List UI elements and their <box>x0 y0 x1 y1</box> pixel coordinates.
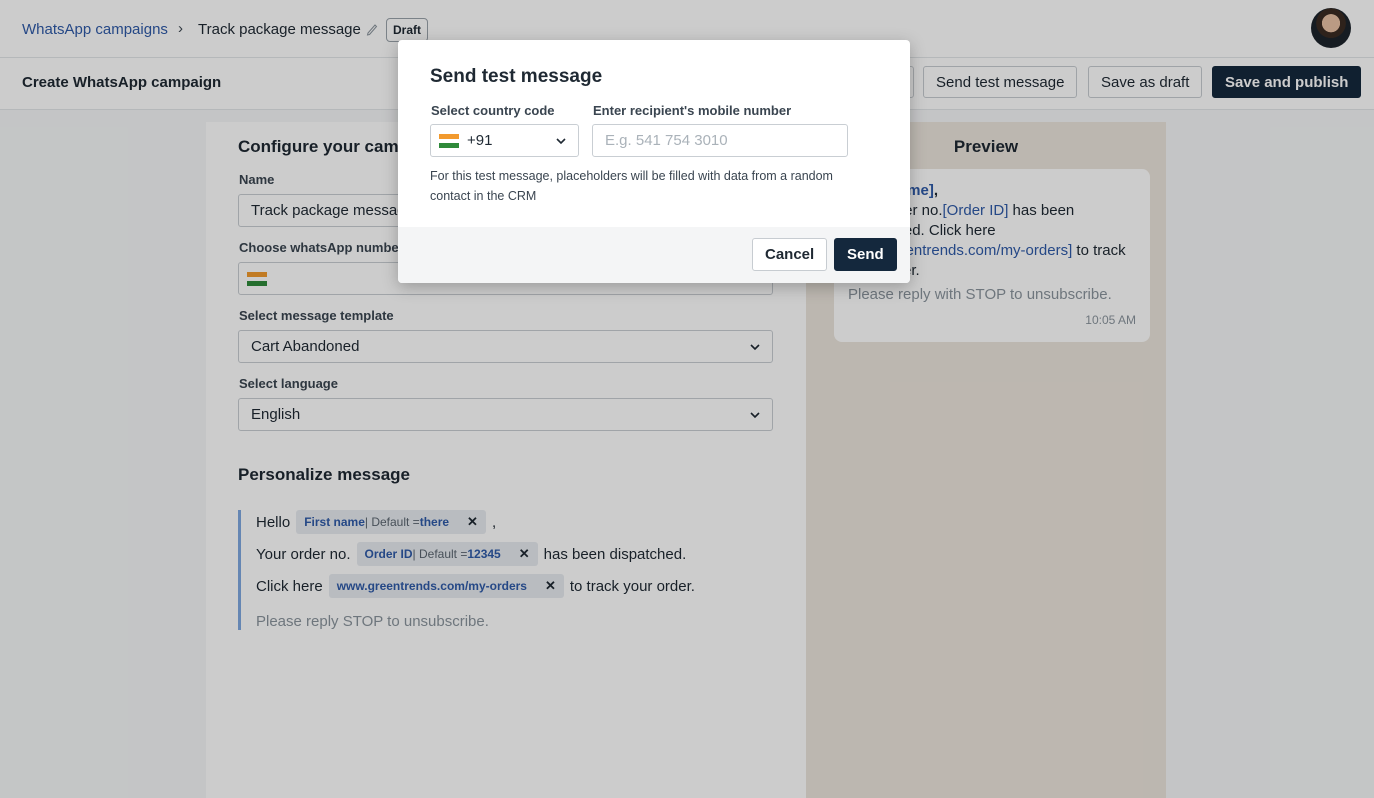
mobile-number-input[interactable] <box>592 124 848 157</box>
country-code-label: Select country code <box>431 103 555 118</box>
chevron-down-icon <box>556 138 566 145</box>
india-flag-icon <box>439 134 459 149</box>
send-test-message-dialog: Send test message Select country code En… <box>398 40 910 283</box>
country-code-select[interactable]: +91 <box>430 124 579 157</box>
mobile-number-label: Enter recipient's mobile number <box>593 103 792 118</box>
test-message-hint: For this test message, placeholders will… <box>430 169 833 203</box>
country-code-value: +91 <box>467 132 493 149</box>
send-button[interactable]: Send <box>834 238 897 271</box>
dialog-footer: Cancel Send <box>398 227 910 283</box>
dialog-title: Send test message <box>430 66 603 87</box>
cancel-button[interactable]: Cancel <box>752 238 828 271</box>
